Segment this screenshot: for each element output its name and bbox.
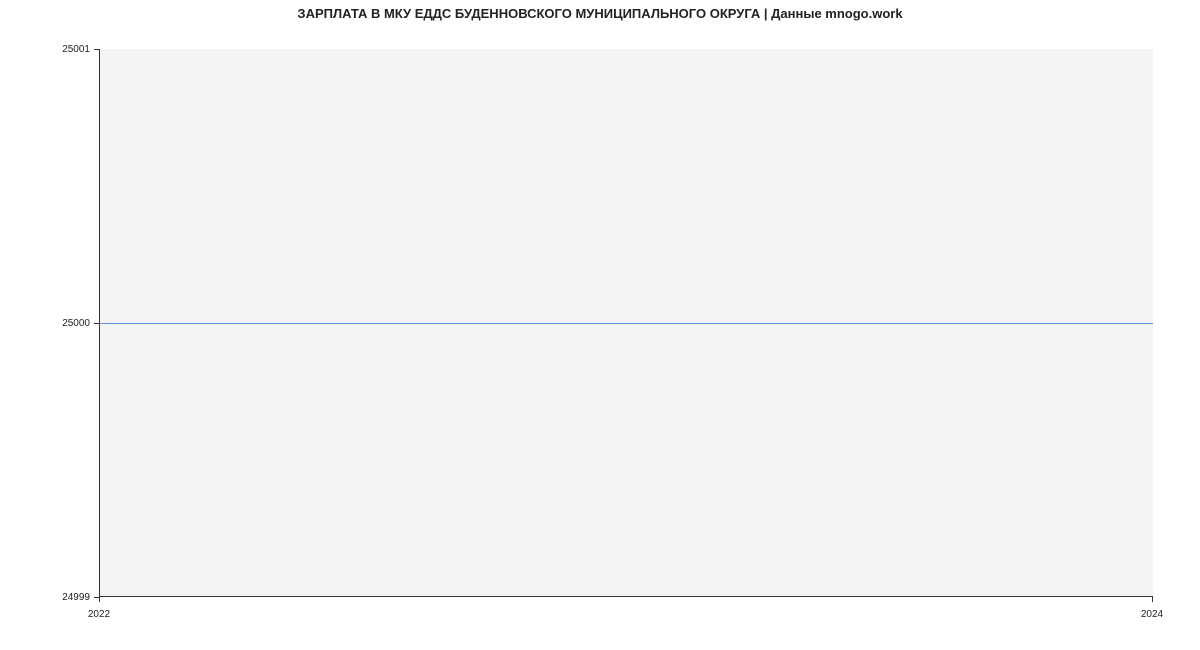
- x-tick-label: 2022: [88, 609, 110, 620]
- x-tick-label: 2024: [1141, 609, 1163, 620]
- y-tick-label: 25001: [52, 44, 90, 55]
- y-tick: [94, 323, 99, 324]
- data-line: [100, 323, 1153, 324]
- x-tick: [1152, 597, 1153, 602]
- plot-area: [99, 49, 1153, 597]
- x-tick: [99, 597, 100, 602]
- y-tick: [94, 49, 99, 50]
- y-tick-label: 24999: [52, 592, 90, 603]
- y-tick-label: 25000: [52, 318, 90, 329]
- chart-title: ЗАРПЛАТА В МКУ ЕДДС БУДЕННОВСКОГО МУНИЦИ…: [0, 6, 1200, 21]
